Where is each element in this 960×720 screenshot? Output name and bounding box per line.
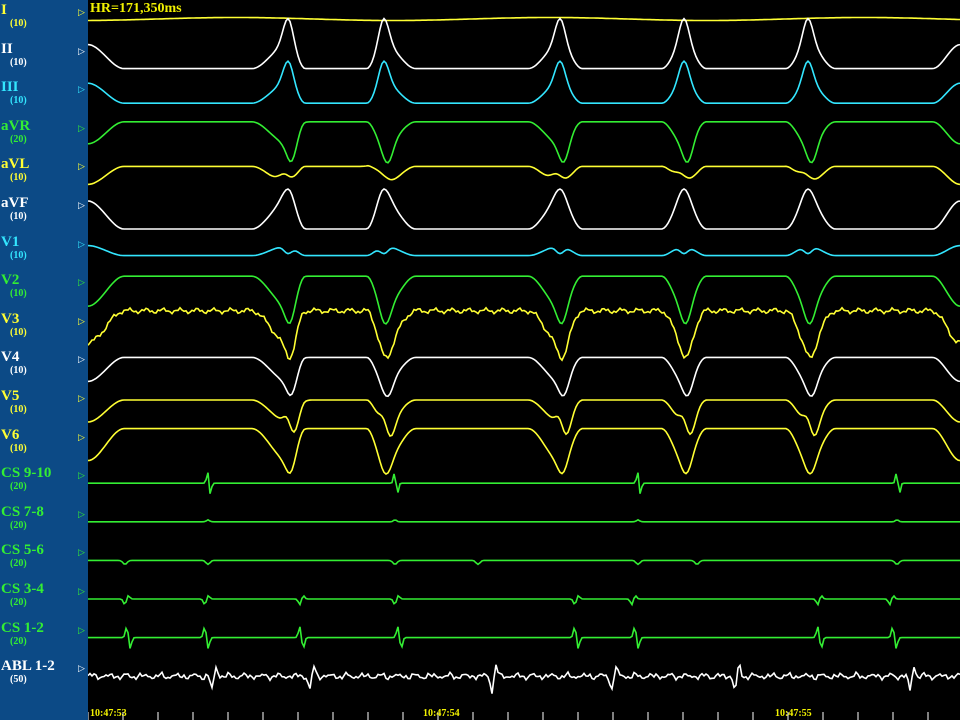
channel-marker-icon: ▷ xyxy=(78,393,85,403)
channel-marker-icon: ▷ xyxy=(78,586,85,596)
waveform-cs-3-4 xyxy=(88,594,960,607)
channel-gain: (10) xyxy=(10,56,27,68)
channel-avf[interactable]: aVF (10) ▷ xyxy=(0,195,88,233)
channel-name: CS 1-2 xyxy=(1,619,44,636)
channel-marker-icon: ▷ xyxy=(78,508,85,519)
channel-gain: (20) xyxy=(10,133,27,145)
channel-ii[interactable]: II (10) ▷ xyxy=(0,41,88,79)
channel-name: III xyxy=(1,79,19,96)
channel-name: V5 xyxy=(1,388,20,404)
channel-marker-icon: ▷ xyxy=(78,122,85,133)
channel-gain: (20) xyxy=(10,519,27,531)
channel-avl[interactable]: aVL (10) ▷ xyxy=(0,156,88,194)
channel-marker-icon: ▷ xyxy=(78,663,85,674)
waveform-v2 xyxy=(88,275,960,325)
ecg-tracing-area xyxy=(88,0,960,720)
channel-cs-5-6[interactable]: CS 5-6 (20) ▷ xyxy=(0,542,88,580)
channel-name: aVR xyxy=(1,117,31,134)
channel-gain: (20) xyxy=(10,635,27,647)
channel-marker-icon: ▷ xyxy=(78,200,85,210)
channel-iii[interactable]: III (10) ▷ xyxy=(0,79,88,117)
waveform-v1 xyxy=(88,244,960,257)
waveform-cs-7-8 xyxy=(88,518,960,523)
waveform-iii xyxy=(88,60,960,104)
waveform-cs-1-2 xyxy=(88,626,960,650)
channel-cs-7-8[interactable]: CS 7-8 (20) ▷ xyxy=(0,504,88,542)
channel-name: I xyxy=(1,2,7,18)
waveform-cs-9-10 xyxy=(88,472,960,494)
heart-rate-readout: HR=171,350ms xyxy=(90,1,182,16)
time-label: 10:47:53 xyxy=(90,708,127,719)
channel-gain: (10) xyxy=(10,18,27,29)
channel-gain: (20) xyxy=(10,481,27,493)
channel-name: CS 7-8 xyxy=(1,503,44,520)
channel-gain: (10) xyxy=(10,442,27,454)
channel-v2[interactable]: V2 (10) ▷ xyxy=(0,272,88,310)
waveform-avr xyxy=(88,121,960,164)
waveform-v4 xyxy=(88,356,960,398)
channel-gain: (10) xyxy=(10,249,27,261)
channel-marker-icon: ▷ xyxy=(78,84,85,95)
channel-cs-1-2[interactable]: CS 1-2 (20) ▷ xyxy=(0,620,88,658)
channel-gain: (10) xyxy=(10,365,27,377)
channel-marker-icon: ▷ xyxy=(78,161,85,172)
channel-v4[interactable]: V4 (10) ▷ xyxy=(0,349,88,387)
time-label: 10:47:54 xyxy=(423,708,460,719)
waveform-v6 xyxy=(88,427,960,475)
waveform-ii xyxy=(88,17,960,70)
channel-gain: (10) xyxy=(10,211,27,222)
channel-gain: (10) xyxy=(10,172,27,184)
channel-i[interactable]: I (10) ▷ xyxy=(0,2,88,40)
channel-name: ABL 1-2 xyxy=(1,658,55,675)
channel-label-panel: I (10) ▷ II (10) ▷ III (10) ▷ aVR (20) ▷ aVL (10) ▷ aVF… xyxy=(0,0,88,720)
waveform-avf xyxy=(88,188,960,230)
channel-cs-3-4[interactable]: CS 3-4 (20) ▷ xyxy=(0,581,88,619)
channel-gain: (10) xyxy=(10,326,27,338)
channel-v5[interactable]: V5 (10) ▷ xyxy=(0,388,88,426)
waveform-abl-1-2 xyxy=(88,663,960,694)
channel-cs-9-10[interactable]: CS 9-10 (20) ▷ xyxy=(0,465,88,503)
channel-marker-icon: ▷ xyxy=(78,277,85,288)
channel-v3[interactable]: V3 (10) ▷ xyxy=(0,311,88,349)
channel-abl-1-2[interactable]: ABL 1-2 (50) ▷ xyxy=(0,658,88,696)
waveform-v5 xyxy=(88,399,960,437)
channel-gain: (10) xyxy=(10,288,27,300)
channel-marker-icon: ▷ xyxy=(78,470,85,481)
channel-name: V2 xyxy=(1,272,20,289)
channel-v6[interactable]: V6 (10) ▷ xyxy=(0,427,88,465)
channel-marker-icon: ▷ xyxy=(78,7,85,17)
channel-marker-icon: ▷ xyxy=(78,238,85,249)
channel-name: V3 xyxy=(1,310,20,327)
time-label: 10:47:55 xyxy=(775,708,812,719)
channel-v1[interactable]: V1 (10) ▷ xyxy=(0,234,88,272)
waveform-v3 xyxy=(88,306,960,362)
channel-gain: (20) xyxy=(10,597,27,608)
channel-marker-icon: ▷ xyxy=(78,315,85,326)
channel-name: V6 xyxy=(1,426,20,443)
channel-marker-icon: ▷ xyxy=(78,45,85,56)
channel-gain: (10) xyxy=(10,404,27,415)
channel-marker-icon: ▷ xyxy=(78,624,85,635)
channel-name: aVF xyxy=(1,195,29,211)
channel-marker-icon: ▷ xyxy=(78,354,85,365)
channel-name: CS 9-10 xyxy=(1,465,52,482)
waveform-cs-5-6 xyxy=(88,559,960,566)
channel-gain: (10) xyxy=(10,95,27,107)
channel-name: CS 5-6 xyxy=(1,542,44,559)
channel-gain: (50) xyxy=(10,674,27,686)
channel-name: CS 3-4 xyxy=(1,581,44,597)
channel-name: V1 xyxy=(1,233,20,250)
channel-name: II xyxy=(1,40,13,57)
channel-gain: (20) xyxy=(10,558,27,570)
channel-name: aVL xyxy=(1,156,30,173)
waveform-i xyxy=(88,16,960,22)
channel-avr[interactable]: aVR (20) ▷ xyxy=(0,118,88,156)
channel-marker-icon: ▷ xyxy=(78,547,85,558)
channel-name: V4 xyxy=(1,349,20,366)
waveform-avl xyxy=(88,164,960,186)
channel-marker-icon: ▷ xyxy=(78,431,85,442)
